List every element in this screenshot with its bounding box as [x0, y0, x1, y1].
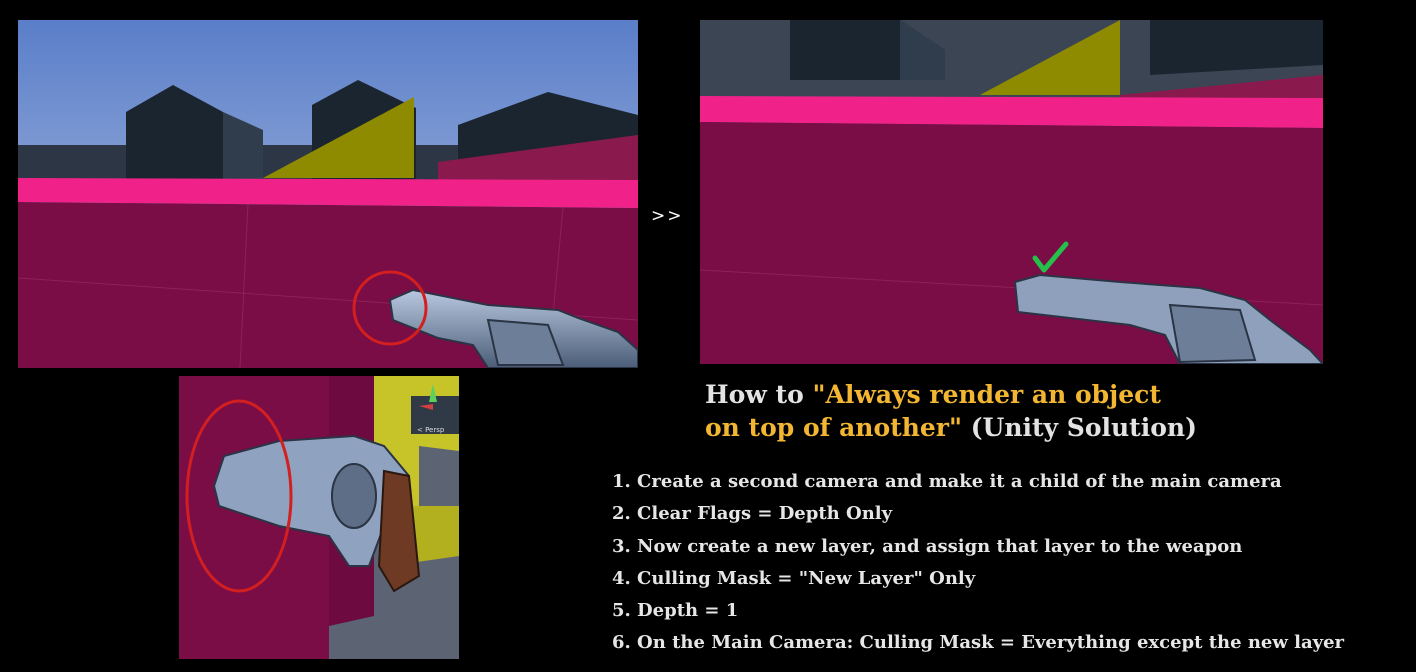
- title-highlight-line-2: on top of another": [705, 413, 962, 442]
- scene-closeup: < Persp: [179, 376, 459, 659]
- title-prefix: How to: [705, 380, 813, 409]
- screenshot-after: [700, 20, 1323, 364]
- instruction-steps: 1. Create a second camera and make it a …: [612, 466, 1412, 660]
- screenshot-before: [18, 20, 638, 368]
- scene-before: [18, 20, 638, 368]
- arrow-separator: >>: [651, 206, 684, 226]
- title-highlight-line-1: "Always render an object: [812, 380, 1161, 409]
- step-item: 4. Culling Mask = "New Layer" Only: [612, 567, 976, 589]
- scene-after: [700, 20, 1323, 364]
- step-item: 6. On the Main Camera: Culling Mask = Ev…: [612, 632, 1345, 654]
- title-line-2: on top of another" (Unity Solution): [705, 411, 1325, 444]
- step-item: 1. Create a second camera and make it a …: [612, 471, 1282, 492]
- page-title: How to "Always render an object on top o…: [705, 378, 1325, 444]
- step-item: 5. Depth = 1: [612, 600, 739, 622]
- step-item: 3. Now create a new layer, and assign th…: [612, 535, 1243, 557]
- title-line-1: How to "Always render an object: [705, 378, 1325, 411]
- gizmo-label: < Persp: [417, 426, 445, 434]
- title-suffix: (Unity Solution): [961, 413, 1197, 442]
- screenshot-closeup: < Persp: [179, 376, 459, 659]
- step-item: 2. Clear Flags = Depth Only: [612, 503, 893, 525]
